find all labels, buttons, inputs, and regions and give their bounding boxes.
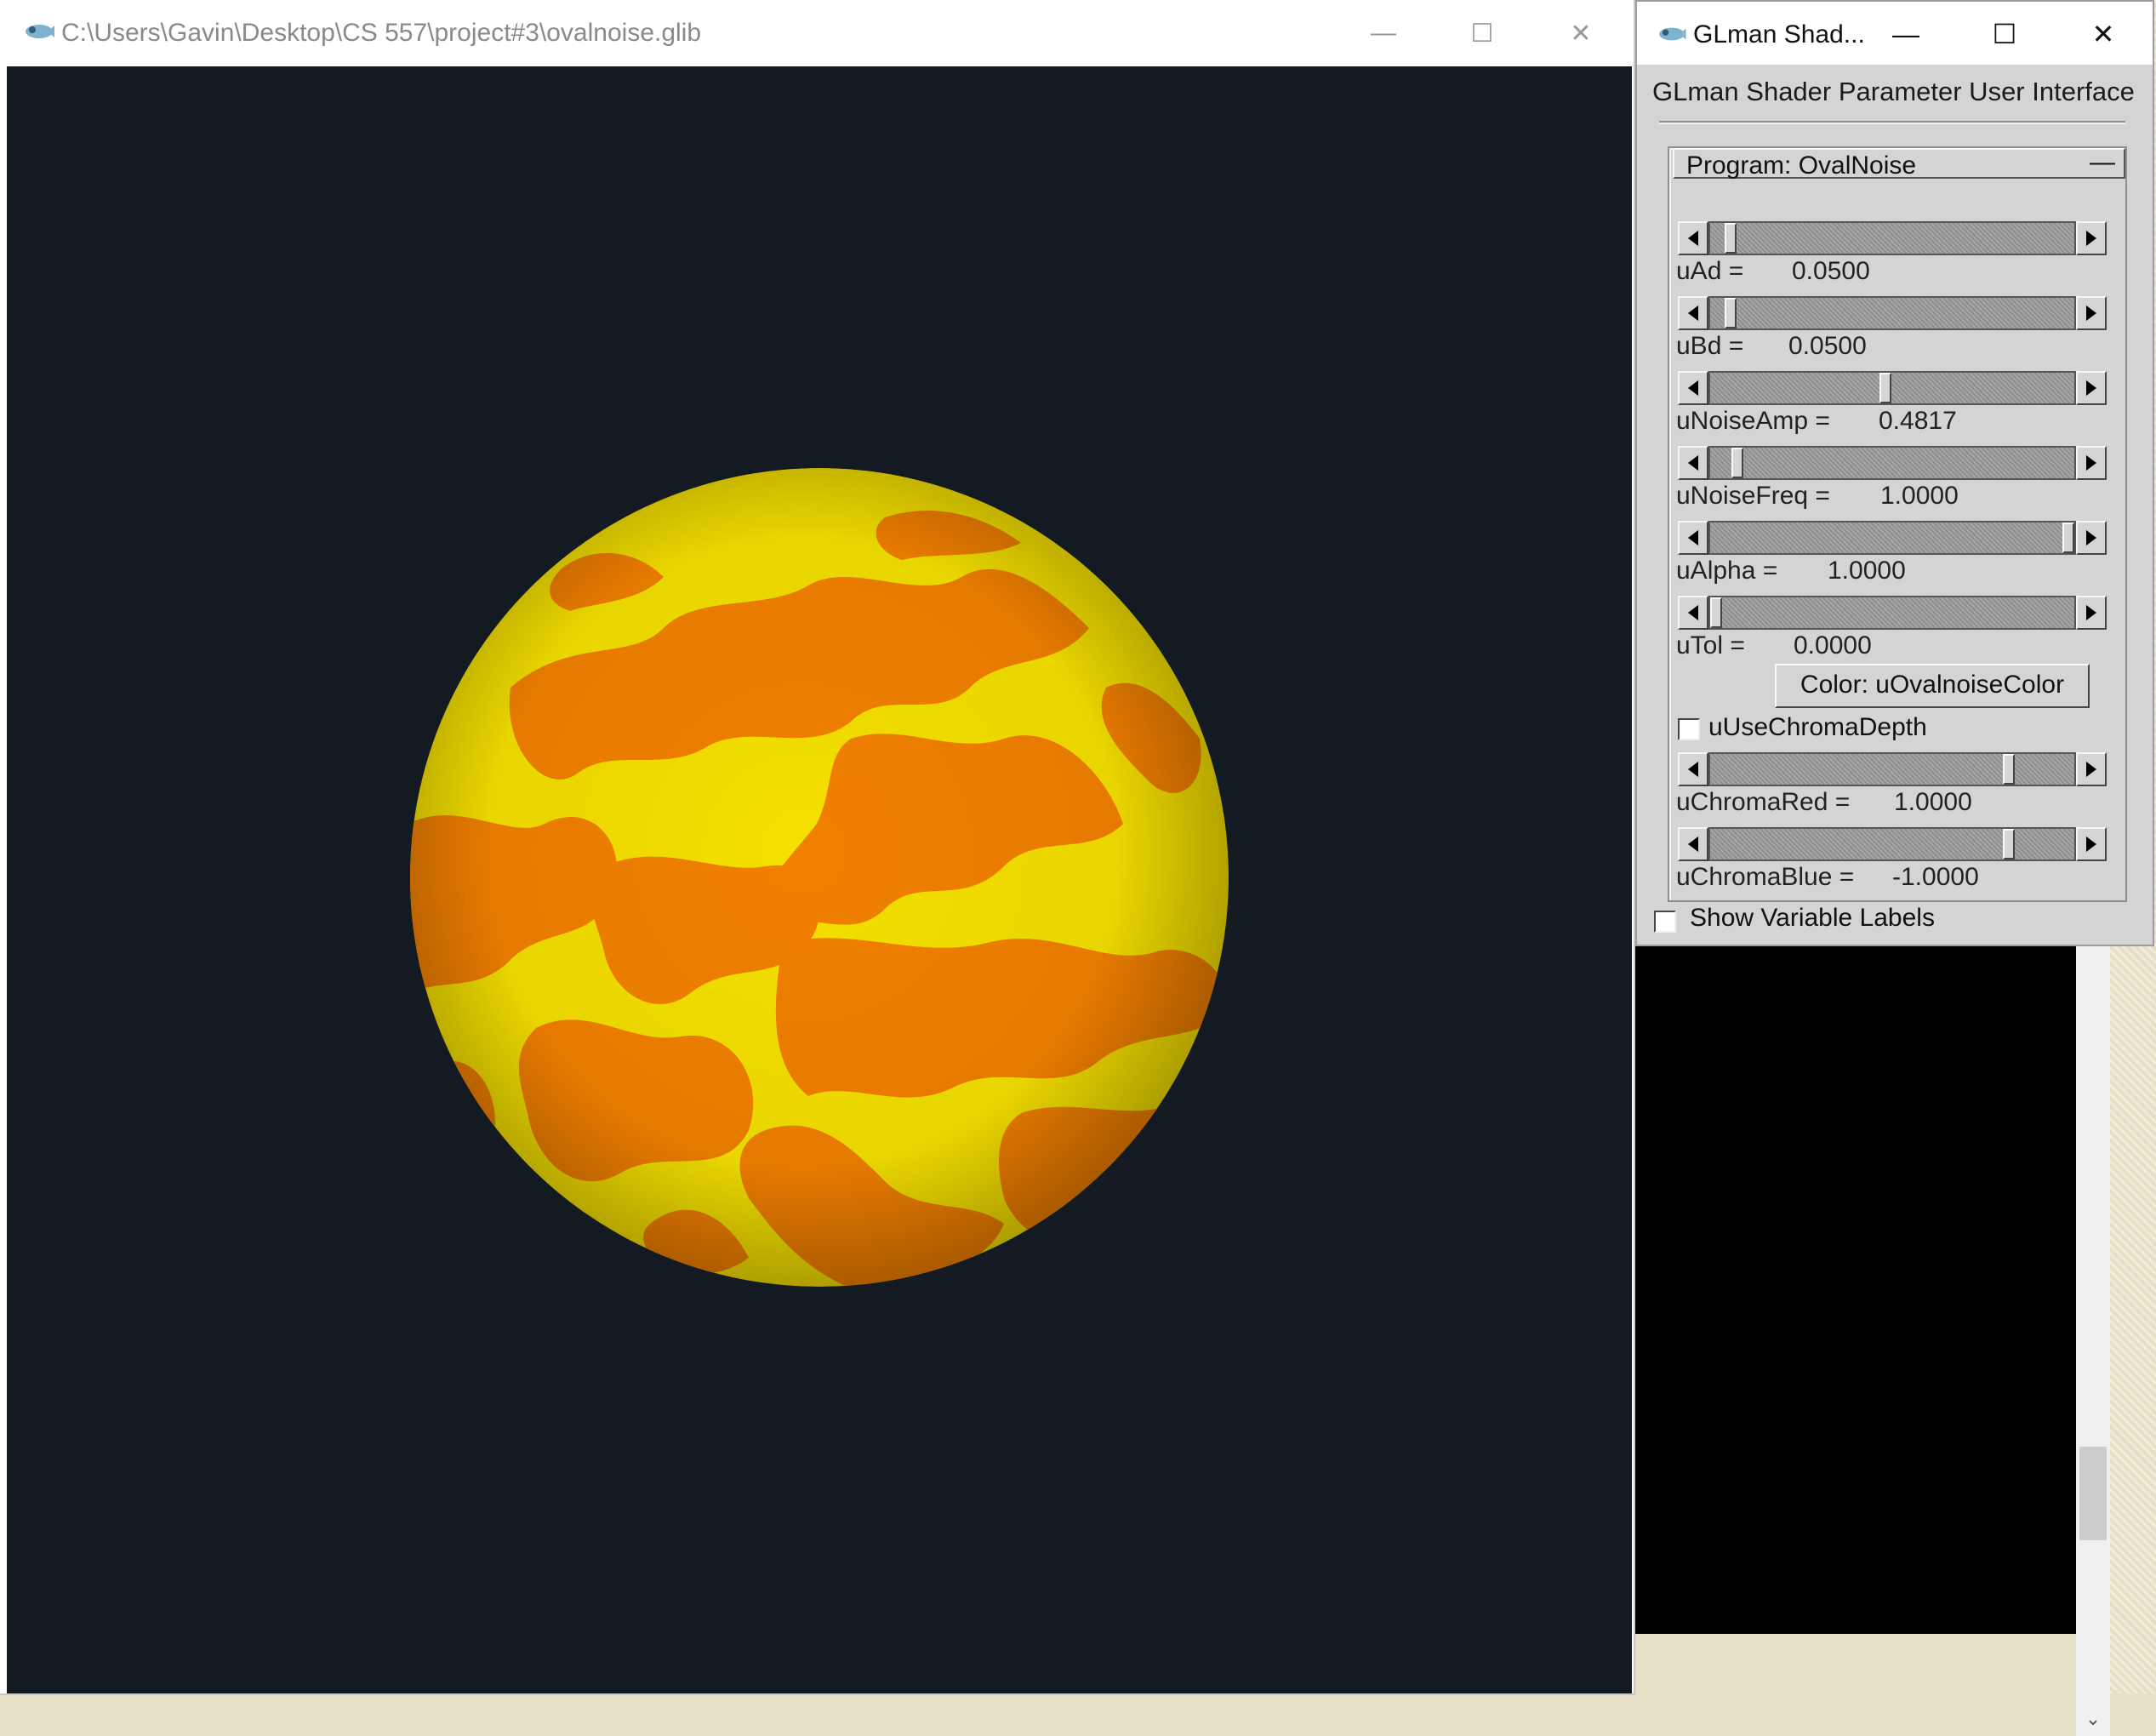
slider-left-arrow-icon[interactable] <box>1678 221 1708 255</box>
slider-track[interactable] <box>1708 446 2076 480</box>
slider-track[interactable] <box>1708 521 2076 555</box>
close-button[interactable]: ✕ <box>1557 12 1605 54</box>
slider-uNoiseFreq[interactable] <box>1678 446 2107 480</box>
slider-track[interactable] <box>1708 371 2076 405</box>
param-row-uNoiseAmp: uNoiseAmp = 0.4817 <box>1676 407 1957 436</box>
param-row-uTol: uTol = 0.0000 <box>1676 631 1872 660</box>
param-name: uAd = <box>1676 257 1744 285</box>
param-row-uChromaBlue: uChromaBlue = -1.0000 <box>1676 863 1979 892</box>
slider-thumb[interactable] <box>1724 223 1737 254</box>
param-name: uChromaBlue = <box>1676 863 1855 891</box>
slider-right-arrow-icon[interactable] <box>2076 296 2107 330</box>
slider-left-arrow-icon[interactable] <box>1678 296 1708 330</box>
slider-track[interactable] <box>1708 296 2076 330</box>
show-variable-labels-label: Show Variable Labels <box>1690 904 1935 932</box>
slider-left-arrow-icon[interactable] <box>1678 521 1708 555</box>
main-title-bar[interactable]: C:\Users\Gavin\Desktop\CS 557\project#3\… <box>0 0 1634 66</box>
param-value: -1.0000 <box>1892 863 1979 891</box>
param-name: uNoiseAmp = <box>1676 407 1830 435</box>
slider-left-arrow-icon[interactable] <box>1678 596 1708 630</box>
slider-right-arrow-icon[interactable] <box>2076 371 2107 405</box>
slider-uAd[interactable] <box>1678 221 2107 255</box>
param-value: 0.0500 <box>1792 257 1870 285</box>
param-name: uAlpha = <box>1676 557 1778 585</box>
rollout-label: Program: OvalNoise <box>1686 151 1917 180</box>
heading-divider <box>1659 121 2125 124</box>
param-name: uBd = <box>1676 332 1744 360</box>
param-row-uBd: uBd = 0.0500 <box>1676 332 1867 361</box>
slider-right-arrow-icon[interactable] <box>2076 752 2107 786</box>
panel-title: GLman Shad... <box>1693 20 1865 49</box>
slider-left-arrow-icon[interactable] <box>1678 827 1708 861</box>
param-value: 1.0000 <box>1880 482 1959 510</box>
collapse-icon[interactable]: — <box>2090 148 2115 177</box>
main-window-title: C:\Users\Gavin\Desktop\CS 557\project#3\… <box>61 19 702 47</box>
param-value: 0.0500 <box>1788 332 1867 360</box>
chroma-depth-checkbox[interactable] <box>1678 718 1700 740</box>
show-variable-labels-checkbox[interactable] <box>1654 911 1676 933</box>
slider-thumb[interactable] <box>1724 298 1737 328</box>
rollout-header[interactable]: Program: OvalNoise — <box>1673 148 2125 180</box>
param-value: 0.0000 <box>1794 631 1872 660</box>
param-row-uNoiseFreq: uNoiseFreq = 1.0000 <box>1676 482 1959 511</box>
slider-track[interactable] <box>1708 596 2076 630</box>
program-rollout: Program: OvalNoise — uAd = 0.0500 uBd = … <box>1668 146 2127 902</box>
param-row-uAd: uAd = 0.0500 <box>1676 257 1870 286</box>
render-viewport[interactable] <box>7 66 1632 1693</box>
slider-uNoiseAmp[interactable] <box>1678 371 2107 405</box>
slider-thumb[interactable] <box>1710 597 1722 628</box>
maximize-button[interactable]: ☐ <box>1458 12 1506 54</box>
slider-uTol[interactable] <box>1678 596 2107 630</box>
panel-heading: GLman Shader Parameter User Interface <box>1652 77 2135 106</box>
slider-thumb[interactable] <box>2062 523 2074 553</box>
panel-close-button[interactable]: ✕ <box>2079 14 2127 54</box>
glman-app-icon <box>26 25 54 38</box>
glman-app-icon <box>1659 27 1686 41</box>
slider-thumb[interactable] <box>2002 829 2015 859</box>
slider-uChromaBlue[interactable] <box>1678 827 2107 861</box>
slider-right-arrow-icon[interactable] <box>2076 446 2107 480</box>
slider-track[interactable] <box>1708 221 2076 255</box>
slider-right-arrow-icon[interactable] <box>2076 521 2107 555</box>
shader-parameter-panel: GLman Shad... — ☐ ✕ GLman Shader Paramet… <box>1635 0 2154 946</box>
param-name: uTol = <box>1676 631 1745 660</box>
param-name: uChromaRed = <box>1676 788 1851 816</box>
panel-title-bar[interactable]: GLman Shad... — ☐ ✕ <box>1637 2 2153 65</box>
slider-right-arrow-icon[interactable] <box>2076 827 2107 861</box>
main-window: C:\Users\Gavin\Desktop\CS 557\project#3\… <box>0 0 1634 1693</box>
slider-thumb[interactable] <box>2002 754 2015 785</box>
param-value: 0.4817 <box>1879 407 1957 435</box>
slider-uAlpha[interactable] <box>1678 521 2107 555</box>
slider-uBd[interactable] <box>1678 296 2107 330</box>
slider-thumb[interactable] <box>1731 448 1743 478</box>
slider-left-arrow-icon[interactable] <box>1678 752 1708 786</box>
color-picker-button[interactable]: Color: uOvalnoiseColor <box>1775 664 2090 708</box>
scrollbar-thumb[interactable] <box>2079 1447 2107 1540</box>
scroll-down-icon[interactable]: ⌄ <box>2076 1702 2110 1736</box>
slider-left-arrow-icon[interactable] <box>1678 371 1708 405</box>
panel-minimize-button[interactable]: — <box>1882 14 1930 54</box>
slider-right-arrow-icon[interactable] <box>2076 221 2107 255</box>
chroma-depth-label: uUseChromaDepth <box>1708 713 1927 741</box>
slider-uChromaRed[interactable] <box>1678 752 2107 786</box>
panel-maximize-button[interactable]: ☐ <box>1981 14 2028 54</box>
param-row-uChromaRed: uChromaRed = 1.0000 <box>1676 788 1972 817</box>
param-name: uNoiseFreq = <box>1676 482 1830 510</box>
noise-sphere <box>410 468 1229 1287</box>
slider-track[interactable] <box>1708 752 2076 786</box>
param-value: 1.0000 <box>1894 788 1972 816</box>
param-row-uAlpha: uAlpha = 1.0000 <box>1676 557 1906 585</box>
slider-track[interactable] <box>1708 827 2076 861</box>
slider-thumb[interactable] <box>1879 373 1891 403</box>
minimize-button[interactable]: — <box>1360 12 1407 54</box>
param-value: 1.0000 <box>1828 557 1906 585</box>
slider-left-arrow-icon[interactable] <box>1678 446 1708 480</box>
slider-right-arrow-icon[interactable] <box>2076 596 2107 630</box>
